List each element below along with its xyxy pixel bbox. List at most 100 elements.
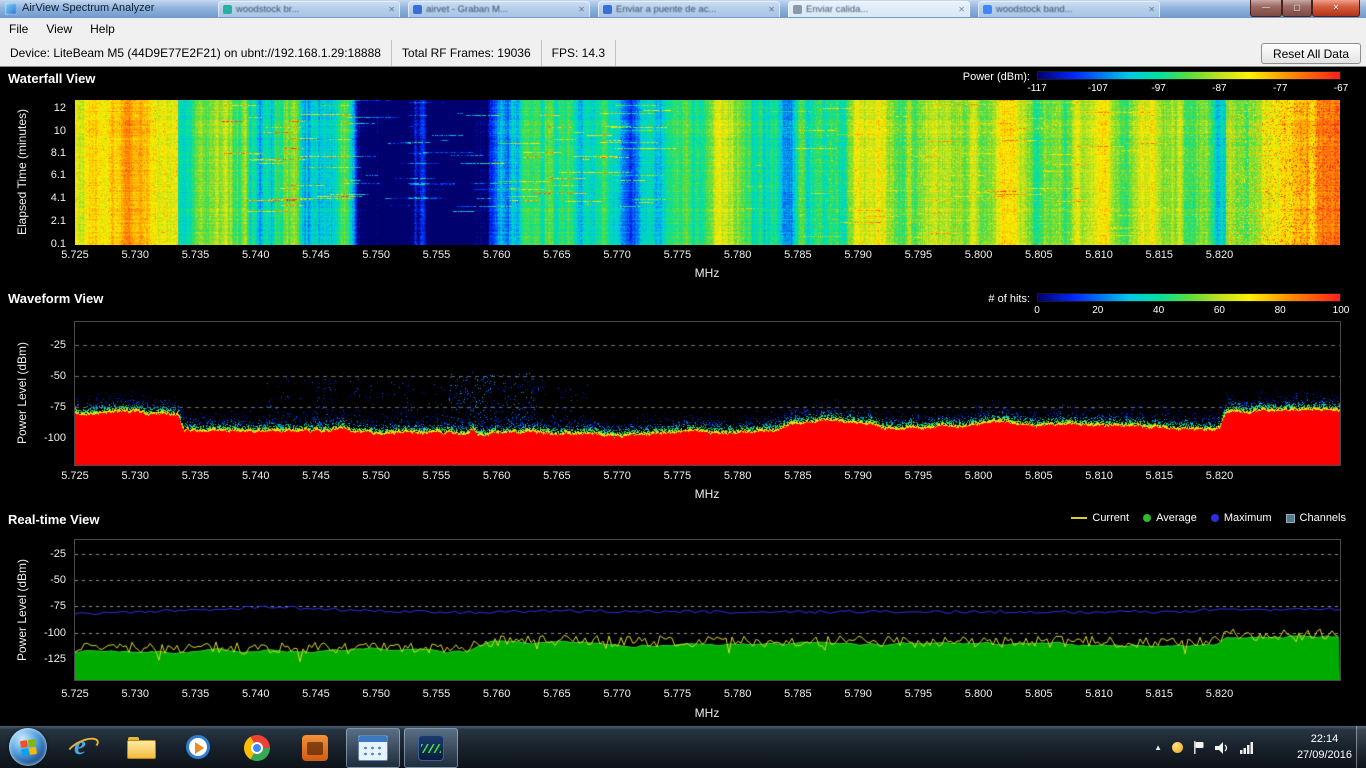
menu-view[interactable]: View	[37, 22, 81, 36]
x-tick-label: 5.780	[724, 470, 752, 482]
airview-app-icon	[418, 735, 444, 761]
x-tick-label: 5.775	[664, 688, 692, 700]
show-desktop-button[interactable]	[1356, 726, 1366, 768]
x-tick-label: 5.795	[905, 249, 933, 261]
background-tab[interactable]: Enviar a puente de ac...✕	[598, 1, 780, 17]
tab-close-icon[interactable]: ✕	[958, 5, 965, 14]
taskbar-app-blue-grid-app[interactable]	[346, 728, 400, 768]
reset-all-data-button[interactable]: Reset All Data	[1261, 43, 1361, 64]
clock-date: 27/09/2016	[1297, 747, 1352, 763]
x-tick-label: 5.745	[302, 470, 330, 482]
realtime-y-axis-label: Power Level (dBm)	[15, 559, 29, 661]
y-tick-label: 12	[54, 102, 66, 114]
start-button[interactable]	[9, 728, 47, 766]
orange-app-icon	[302, 735, 328, 761]
background-tab[interactable]: woodstock br...✕	[218, 1, 400, 17]
tab-close-icon[interactable]: ✕	[1148, 5, 1155, 14]
x-tick-label: 5.810	[1085, 470, 1113, 482]
tab-close-icon[interactable]: ✕	[578, 5, 585, 14]
waterfall-y-axis-label: Elapsed Time (minutes)	[15, 109, 29, 235]
x-tick-label: 5.790	[844, 688, 872, 700]
waveform-x-ticks: 5.7255.7305.7355.7405.7455.7505.7555.760…	[0, 470, 1366, 484]
waterfall-legend-label: Power (dBm):	[963, 71, 1030, 83]
x-tick-label: 5.780	[724, 688, 752, 700]
volume-icon[interactable]	[1215, 742, 1230, 754]
y-tick-label: -100	[44, 432, 66, 444]
updates-icon[interactable]	[1172, 742, 1183, 753]
taskbar-app-folder-explorer[interactable]	[114, 728, 168, 768]
x-tick-label: 5.785	[784, 249, 812, 261]
x-tick-label: 5.800	[965, 688, 993, 700]
x-tick-label: 5.750	[362, 249, 390, 261]
colorbar-tick-label: -97	[1151, 83, 1165, 94]
realtime-plot-canvas	[75, 540, 1340, 680]
x-tick-label: 5.760	[483, 470, 511, 482]
x-tick-label: 5.795	[905, 688, 933, 700]
hits-colorbar-ticks: 020406080100	[1037, 305, 1341, 317]
x-tick-label: 5.765	[543, 470, 571, 482]
tab-close-icon[interactable]: ✕	[768, 5, 775, 14]
tab-close-icon[interactable]: ✕	[388, 5, 395, 14]
x-tick-label: 5.725	[61, 470, 89, 482]
legend-item-label: Channels	[1300, 512, 1346, 524]
x-tick-label: 5.780	[724, 249, 752, 261]
background-tab[interactable]: woodstock band...✕	[978, 1, 1160, 17]
x-tick-label: 5.730	[121, 470, 149, 482]
x-tick-label: 5.745	[302, 249, 330, 261]
internet-explorer-icon	[68, 733, 98, 763]
tab-favicon-icon	[223, 5, 232, 14]
tab-title: Enviar calida...	[806, 4, 954, 15]
x-tick-label: 5.735	[182, 249, 210, 261]
device-info: Device: LiteBeam M5 (44D9E77E2F21) on ub…	[0, 40, 392, 66]
taskbar-app-media-player[interactable]	[172, 728, 226, 768]
waterfall-x-axis-label: MHz	[695, 266, 720, 280]
background-tab[interactable]: Enviar calida... ✕	[788, 1, 970, 17]
tab-title: airvet - Graban M...	[426, 4, 574, 15]
maximum-swatch-icon	[1211, 514, 1219, 522]
waterfall-title: Waterfall View	[8, 71, 95, 86]
x-tick-label: 5.770	[603, 470, 631, 482]
action-center-flag[interactable]	[1193, 741, 1205, 754]
legend-item-maximum: Maximum	[1211, 512, 1272, 524]
y-tick-label: 4.1	[51, 192, 66, 204]
waveform-plot-canvas	[75, 322, 1340, 465]
menu-help[interactable]: Help	[81, 22, 124, 36]
taskbar-app-airview-app[interactable]	[404, 728, 458, 768]
show-hidden-chevron[interactable]: ▲	[1154, 743, 1162, 752]
legend-item-label: Current	[1092, 512, 1129, 524]
x-tick-label: 5.750	[362, 470, 390, 482]
background-tab[interactable]: airvet - Graban M... ✕	[408, 1, 590, 17]
realtime-legend: Current Average Maximum Channels	[1071, 512, 1346, 524]
waveform-x-axis-label: MHz	[695, 487, 720, 501]
legend-item-average: Average	[1143, 512, 1197, 524]
taskbar-app-chrome[interactable]	[230, 728, 284, 768]
realtime-x-axis-label: MHz	[695, 706, 720, 720]
close-button[interactable]: ✕	[1312, 0, 1360, 17]
maximize-button[interactable]: ▢	[1282, 0, 1312, 17]
x-tick-label: 5.775	[664, 249, 692, 261]
clock-time: 22:14	[1297, 731, 1352, 747]
tab-favicon-icon	[603, 5, 612, 14]
chrome-icon	[244, 735, 270, 761]
taskbar-app-internet-explorer[interactable]	[56, 728, 110, 768]
minimize-button[interactable]: —	[1250, 0, 1282, 17]
app-icon	[5, 3, 17, 15]
x-tick-label: 5.740	[242, 688, 270, 700]
x-tick-label: 5.725	[61, 688, 89, 700]
x-tick-label: 5.750	[362, 688, 390, 700]
x-tick-label: 5.740	[242, 470, 270, 482]
menu-file[interactable]: File	[0, 22, 37, 36]
taskbar-app-orange-app[interactable]	[288, 728, 342, 768]
colorbar-tick-label: 60	[1214, 305, 1225, 316]
y-tick-label: -75	[50, 401, 66, 413]
x-tick-label: 5.795	[905, 470, 933, 482]
colorbar-tick-label: 100	[1333, 305, 1350, 316]
colorbar-tick-label: 40	[1153, 305, 1164, 316]
x-tick-label: 5.810	[1085, 249, 1113, 261]
window-controls: — ▢ ✕	[1250, 0, 1360, 17]
legend-item-label: Average	[1156, 512, 1197, 524]
x-tick-label: 5.760	[483, 688, 511, 700]
taskbar-clock[interactable]: 22:14 27/09/2016	[1297, 731, 1352, 763]
network-icon[interactable]	[1240, 742, 1254, 754]
x-tick-label: 5.815	[1146, 249, 1174, 261]
